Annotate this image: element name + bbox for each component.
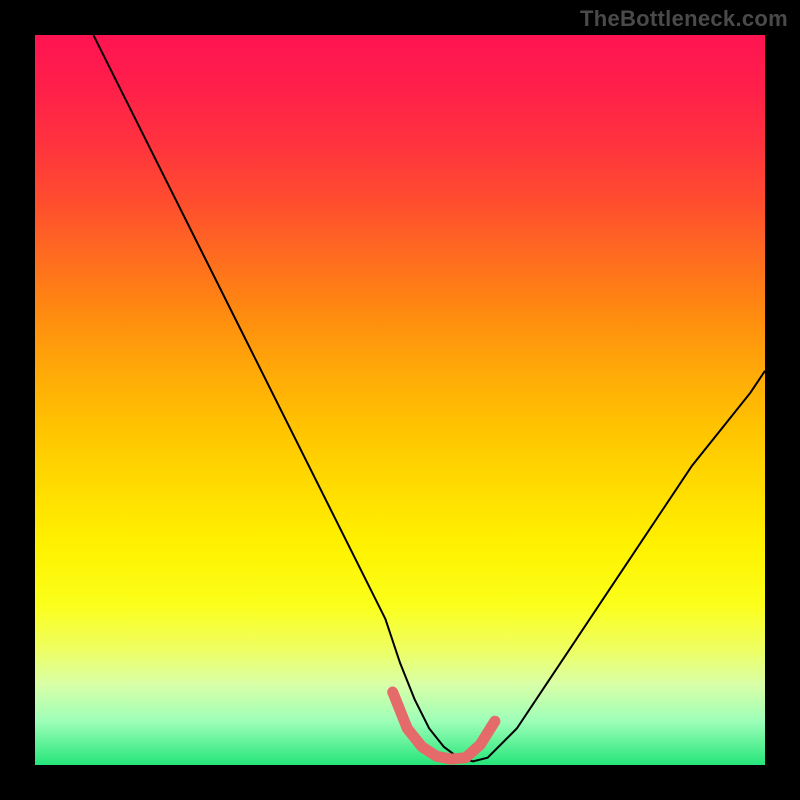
chart-svg bbox=[35, 35, 765, 765]
chart-frame: TheBottleneck.com bbox=[0, 0, 800, 800]
plot-area bbox=[35, 35, 765, 765]
watermark-text: TheBottleneck.com bbox=[580, 6, 788, 32]
series-flat-highlight bbox=[393, 692, 495, 759]
series-curve bbox=[93, 35, 765, 761]
